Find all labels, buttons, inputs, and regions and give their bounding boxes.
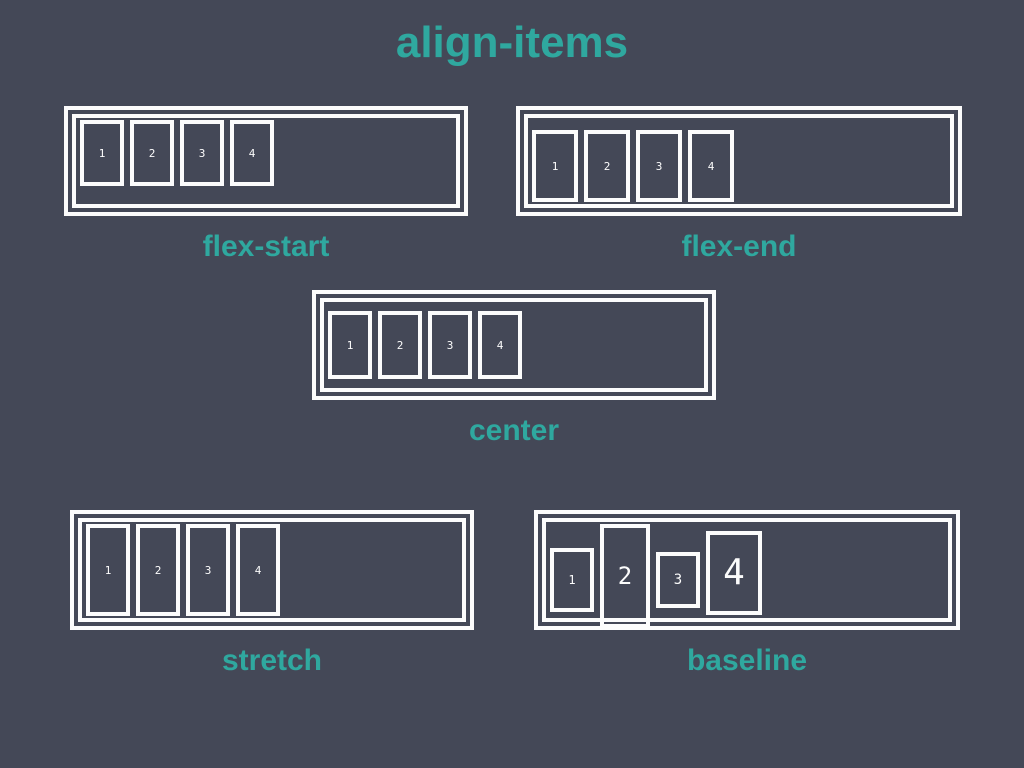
flex-container: 1 2 3 4 [78, 518, 466, 622]
flex-container-outer: 1 2 3 4 [312, 290, 716, 400]
demo-center: 1 2 3 4 center [312, 290, 716, 448]
flex-container-outer: 1 2 3 4 [534, 510, 960, 630]
flex-item: 2 [130, 120, 174, 186]
flex-container-outer: 1 2 3 4 [70, 510, 474, 630]
demo-label: stretch [70, 644, 474, 678]
flex-item: 3 [636, 130, 682, 202]
flex-container: 1 2 3 4 [320, 298, 708, 392]
flex-item: 1 [532, 130, 578, 202]
flex-item: 2 [600, 524, 650, 628]
flex-item: 3 [656, 552, 700, 608]
flex-item: 1 [80, 120, 124, 186]
flex-item: 4 [230, 120, 274, 186]
flex-item: 4 [706, 531, 762, 615]
flex-item: 4 [688, 130, 734, 202]
flex-item: 2 [136, 524, 180, 616]
demo-label: center [312, 414, 716, 448]
demo-stretch: 1 2 3 4 stretch [70, 510, 474, 678]
flex-container: 1 2 3 4 [542, 518, 952, 622]
flex-container-outer: 1 2 3 4 [64, 106, 468, 216]
flex-item: 3 [428, 311, 472, 379]
demo-label: flex-start [64, 230, 468, 264]
demo-flex-start: 1 2 3 4 flex-start [64, 106, 468, 264]
flex-item: 1 [328, 311, 372, 379]
flex-container-outer: 1 2 3 4 [516, 106, 962, 216]
demo-flex-end: 1 2 3 4 flex-end [516, 106, 962, 264]
flex-container: 1 2 3 4 [524, 114, 954, 208]
flex-item: 2 [584, 130, 630, 202]
flex-item: 4 [236, 524, 280, 616]
demo-baseline: 1 2 3 4 baseline [534, 510, 960, 678]
flex-item: 2 [378, 311, 422, 379]
flex-item: 1 [86, 524, 130, 616]
flex-item: 3 [186, 524, 230, 616]
flex-item: 4 [478, 311, 522, 379]
demo-label: baseline [534, 644, 960, 678]
flex-container: 1 2 3 4 [72, 114, 460, 208]
flex-item: 1 [550, 548, 594, 612]
page-title: align-items [0, 0, 1024, 68]
demo-label: flex-end [516, 230, 962, 264]
flex-item: 3 [180, 120, 224, 186]
